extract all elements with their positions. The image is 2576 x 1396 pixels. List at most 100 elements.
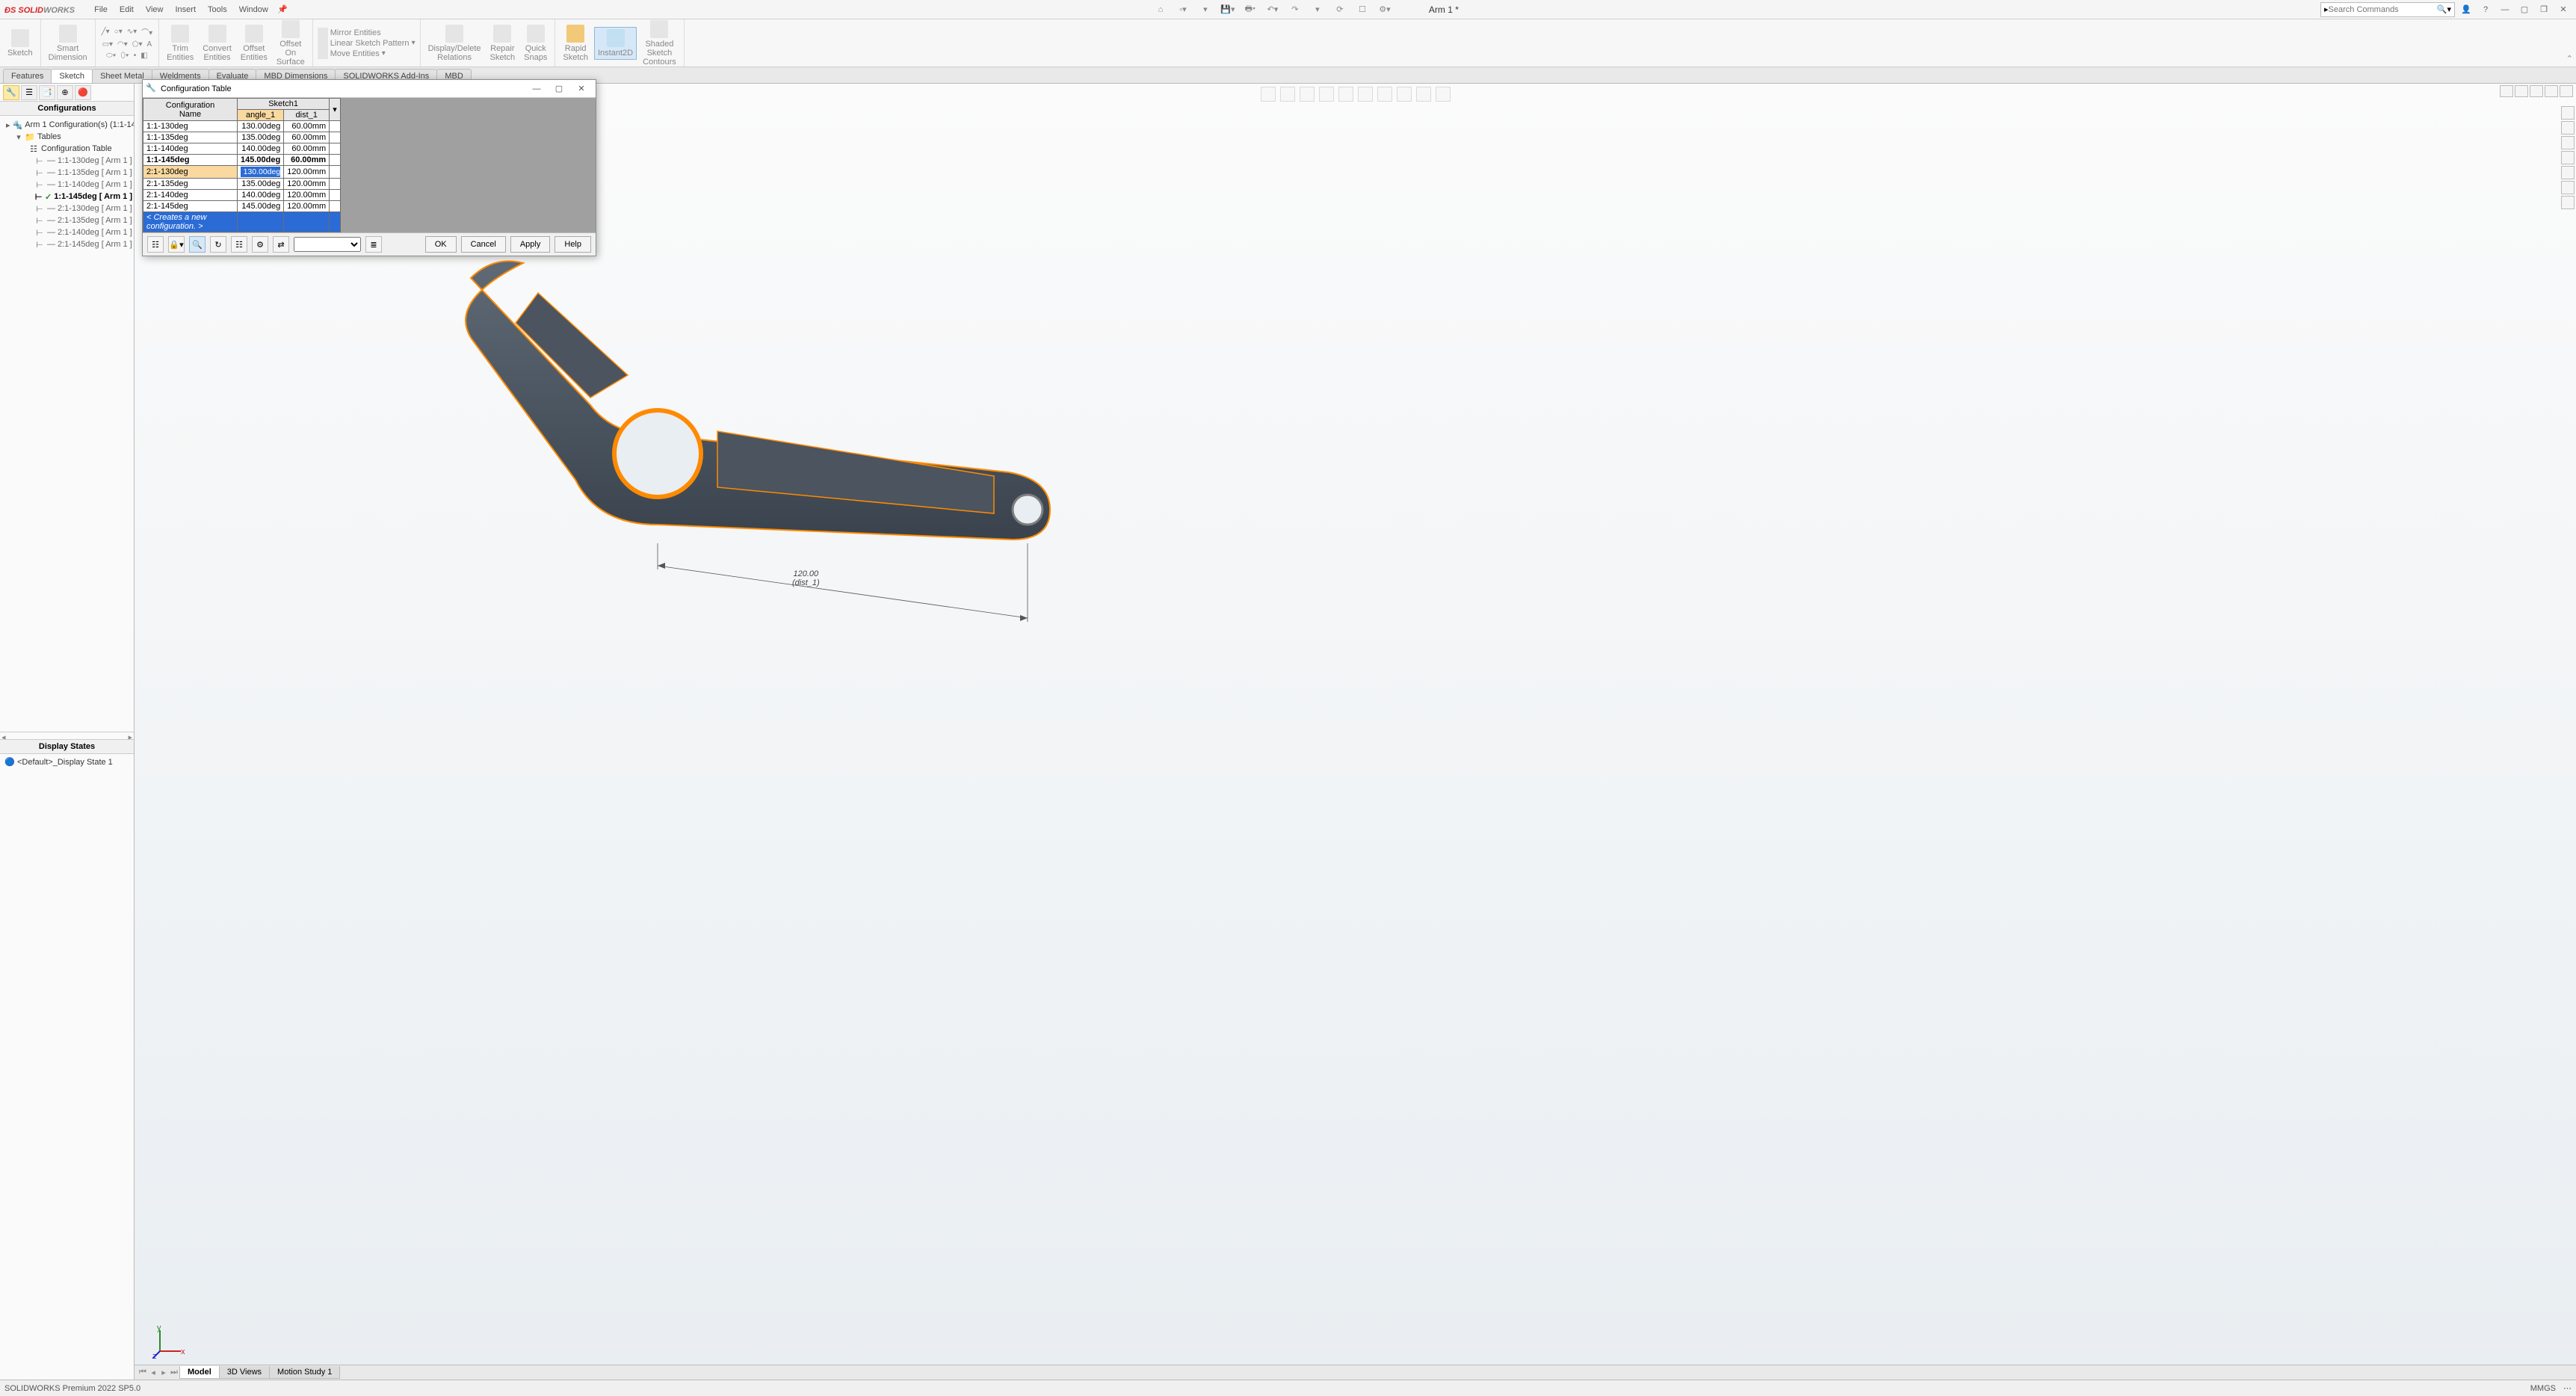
table-row[interactable]: 1:1-145deg145.00deg60.00mm	[143, 155, 341, 166]
fm-config-item[interactable]: ⊢— 2:1-130deg [ Arm 1 ]	[1, 203, 132, 214]
angle-edit-input[interactable]	[241, 167, 280, 177]
vp-close-icon[interactable]	[2560, 85, 2573, 97]
table-row[interactable]: 2:1-140deg140.00deg120.00mm	[143, 190, 341, 201]
tab-model[interactable]: Model	[179, 1366, 220, 1379]
sketch-button[interactable]: Sketch	[4, 28, 36, 59]
col-sketch1[interactable]: Sketch1	[238, 99, 330, 110]
ribbon-expand-icon[interactable]: ⌃	[2566, 54, 2573, 64]
table-row[interactable]: 1:1-140deg140.00deg60.00mm	[143, 143, 341, 155]
fm-config-item[interactable]: ⊢— 2:1-135deg [ Arm 1 ]	[1, 214, 132, 226]
dlg-tool-8-icon[interactable]: ≣	[365, 236, 382, 253]
home-icon[interactable]: ⌂	[1152, 1, 1169, 18]
prev-view-icon[interactable]	[1300, 87, 1315, 102]
line-tool[interactable]: ╱▾	[102, 26, 110, 37]
search-commands[interactable]: ▸ 🔍▾	[2320, 2, 2455, 17]
restore-icon[interactable]: ▢	[2516, 1, 2533, 18]
vp-max-icon[interactable]	[2545, 85, 2558, 97]
fm-root[interactable]: ▸🔩Arm 1 Configuration(s) (1:1-145d	[1, 119, 132, 131]
maximize-icon[interactable]: ❐	[2536, 1, 2552, 18]
redo-icon[interactable]: ↷	[1287, 1, 1303, 18]
tab-3dviews[interactable]: 3D Views	[219, 1366, 270, 1379]
table-row[interactable]: 2:1-145deg145.00deg120.00mm	[143, 201, 341, 212]
slot-tool[interactable]: ⬭▾	[106, 52, 116, 60]
fm-tab-tree-icon[interactable]: ☰	[21, 85, 37, 100]
hide-show-icon[interactable]	[1377, 87, 1392, 102]
fm-tab-prop-icon[interactable]: 📑	[39, 85, 55, 100]
dlg-tool-4-icon[interactable]: ↻	[210, 236, 226, 253]
config-table[interactable]: Configuration Name Sketch1 ▾ angle_1 dis…	[143, 98, 341, 232]
dlg-tool-2-icon[interactable]: 🔒▾	[168, 236, 185, 253]
help-button[interactable]: Help	[555, 236, 591, 253]
zoom-fit-icon[interactable]	[1261, 87, 1276, 102]
rail-library-icon[interactable]	[2561, 136, 2575, 149]
rail-properties-icon[interactable]	[2561, 181, 2575, 194]
open-icon[interactable]: ▾	[1197, 1, 1214, 18]
pin-icon[interactable]: 📌	[274, 1, 291, 18]
ellipse-tool[interactable]: ⬯▾	[121, 52, 129, 60]
menu-window[interactable]: Window	[233, 5, 274, 14]
fm-tab-display-icon[interactable]: ⊕	[57, 85, 73, 100]
fillet-tool[interactable]: ⌒▾	[141, 26, 152, 37]
rebuild-icon[interactable]: ⟳	[1332, 1, 1348, 18]
tab-nav-first-icon[interactable]: ⏮	[138, 1368, 148, 1377]
settings-icon[interactable]: ⚙▾	[1377, 1, 1393, 18]
save-icon[interactable]: 💾▾	[1220, 1, 1236, 18]
cancel-button[interactable]: Cancel	[461, 236, 506, 253]
dialog-titlebar[interactable]: 🔧 Configuration Table — ▢ ✕	[143, 80, 596, 98]
polygon-tool[interactable]: ⬠▾	[132, 40, 143, 49]
dlg-tool-3-icon[interactable]: 🔍	[189, 236, 206, 253]
display-style-icon[interactable]	[1358, 87, 1373, 102]
fm-tables[interactable]: ▾📁Tables	[1, 131, 132, 143]
fm-display-state-item[interactable]: 🔵<Default>_Display State 1	[0, 754, 134, 770]
select-icon[interactable]: ▾	[1309, 1, 1326, 18]
undo-icon[interactable]: ↶▾	[1264, 1, 1281, 18]
rail-resources-icon[interactable]	[2561, 121, 2575, 135]
smart-dimension-button[interactable]: Smart Dimension	[46, 23, 90, 64]
quick-snaps-button[interactable]: Quick Snaps	[521, 23, 550, 64]
menu-view[interactable]: View	[140, 5, 170, 14]
rect-tool[interactable]: ▭▾	[102, 40, 113, 49]
fm-config-item[interactable]: ⊢✓ 1:1-145deg [ Arm 1 ]	[1, 191, 132, 203]
dlg-tool-7-icon[interactable]: ⇄	[273, 236, 289, 253]
fm-config-item[interactable]: ⊢— 1:1-140deg [ Arm 1 ]	[1, 179, 132, 191]
dlg-tool-5-icon[interactable]: ☷	[231, 236, 247, 253]
dlg-tool-6-icon[interactable]: ⚙	[252, 236, 268, 253]
tab-features[interactable]: Features	[3, 69, 52, 83]
search-icon[interactable]: 🔍▾	[2437, 4, 2451, 14]
vp-min-icon[interactable]	[2530, 85, 2543, 97]
convert-button[interactable]: Convert Entities	[200, 23, 235, 64]
fm-tree[interactable]: ▸🔩Arm 1 Configuration(s) (1:1-145d ▾📁Tab…	[0, 116, 134, 732]
point-tool[interactable]: •	[134, 52, 137, 60]
fm-config-item[interactable]: ⊢— 2:1-140deg [ Arm 1 ]	[1, 226, 132, 238]
mirror-button[interactable]: Mirror Entities	[318, 28, 381, 38]
user-icon[interactable]: 👤	[2458, 1, 2474, 18]
table-row[interactable]: 1:1-130deg130.00deg60.00mm	[143, 121, 341, 132]
trim-button[interactable]: Trim Entities	[164, 23, 197, 64]
dialog-close-icon[interactable]: ✕	[570, 81, 593, 96]
help-icon[interactable]: ?	[2477, 1, 2494, 18]
dlg-filter-select[interactable]	[294, 237, 361, 252]
offset-surface-button[interactable]: Offset On Surface	[274, 19, 308, 68]
table-row[interactable]: 2:1-135deg135.00deg120.00mm	[143, 179, 341, 190]
col-name[interactable]: Configuration Name	[143, 99, 238, 121]
repair-sketch-button[interactable]: Repair Sketch	[487, 23, 519, 64]
new-icon[interactable]: ▫▾	[1175, 1, 1191, 18]
dialog-minimize-icon[interactable]: —	[525, 81, 548, 96]
status-units[interactable]: MMGS	[2530, 1384, 2556, 1393]
status-extra-icon[interactable]: ⋯	[2563, 1383, 2572, 1393]
fm-config-item[interactable]: ⊢— 1:1-135deg [ Arm 1 ]	[1, 167, 132, 179]
ok-button[interactable]: OK	[425, 236, 457, 253]
col-dist[interactable]: dist_1	[284, 110, 330, 121]
display-delete-relations-button[interactable]: Display/Delete Relations	[425, 23, 484, 64]
tab-nav-prev-icon[interactable]: ◂	[148, 1368, 158, 1377]
section-icon[interactable]	[1319, 87, 1334, 102]
fm-scrollbar[interactable]: ◂▸	[0, 732, 134, 739]
instant2d-button[interactable]: Instant2D	[594, 27, 637, 60]
table-row[interactable]: 2:1-130deg120.00mm	[143, 166, 341, 179]
plane-tool[interactable]: ◧	[140, 52, 147, 60]
tab-motion[interactable]: Motion Study 1	[269, 1366, 340, 1379]
dialog-maximize-icon[interactable]: ▢	[548, 81, 570, 96]
text-tool[interactable]: A	[147, 40, 152, 49]
table-row[interactable]: 1:1-135deg135.00deg60.00mm	[143, 132, 341, 143]
minimize-icon[interactable]: —	[2497, 1, 2513, 18]
